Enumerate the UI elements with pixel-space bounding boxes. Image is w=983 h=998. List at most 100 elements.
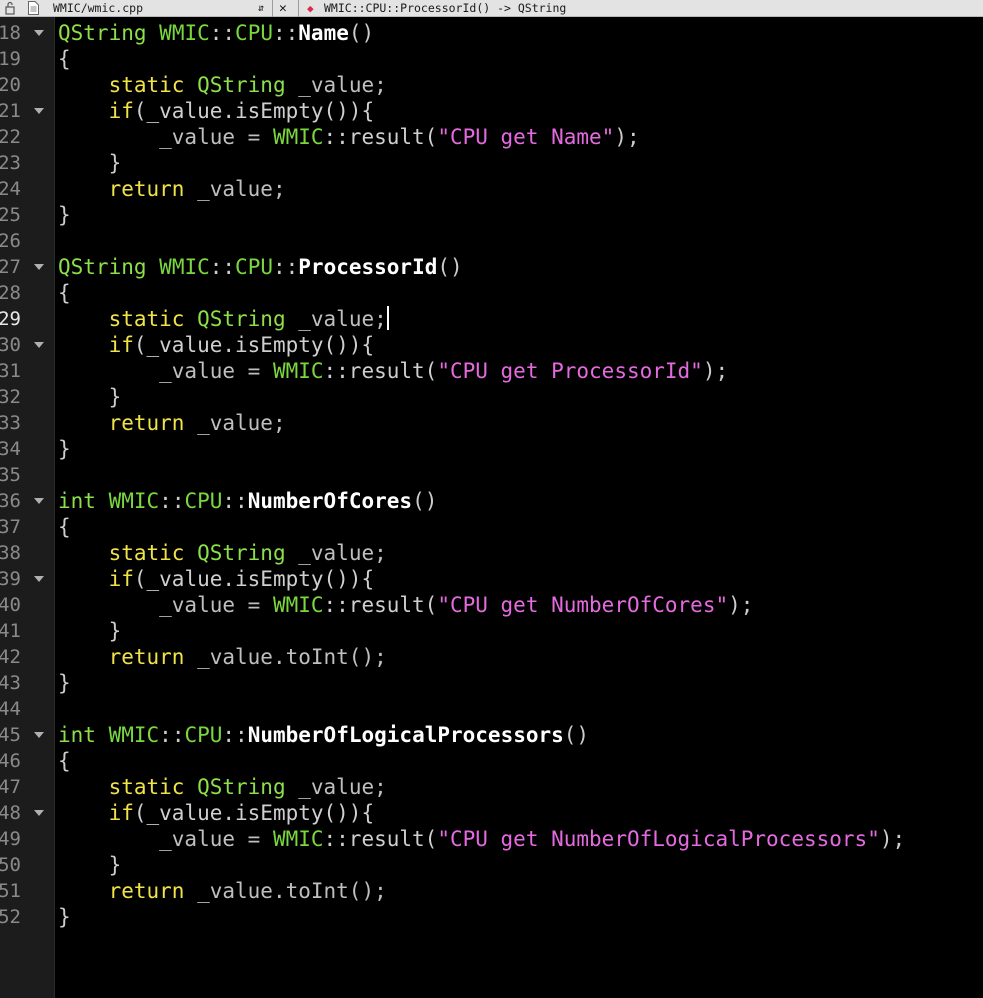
code-line[interactable]: if(_value.isEmpty()){	[58, 566, 905, 592]
code-token: ()	[563, 723, 590, 747]
line-number: 44	[0, 698, 21, 720]
fold-toggle-icon[interactable]	[34, 342, 44, 348]
code-token: int	[58, 723, 96, 747]
code-line[interactable]: }	[58, 384, 905, 410]
code-editor[interactable]: QString WMIC::CPU::Name(){ static QStrin…	[58, 20, 905, 930]
code-token: _value.toInt();	[184, 645, 387, 669]
code-line[interactable]: static QString _value;	[58, 306, 905, 332]
code-token: static	[108, 307, 185, 331]
code-line[interactable]	[58, 462, 905, 488]
fold-toggle-icon[interactable]	[34, 810, 44, 816]
code-line[interactable]: static QString _value;	[58, 774, 905, 800]
editor-toolbar: WMIC/wmic.cpp ⇵ ✕ ◆ WMIC::CPU::Processor…	[0, 0, 983, 17]
code-token: }	[58, 619, 122, 643]
line-number: 41	[0, 620, 21, 642]
code-line[interactable]: return _value.toInt();	[58, 644, 905, 670]
code-line[interactable]: {	[58, 280, 905, 306]
code-token: _value.toInt();	[184, 879, 387, 903]
code-token: WMIC	[159, 255, 210, 279]
code-token: QString	[58, 21, 147, 45]
code-token: {	[58, 281, 71, 305]
code-line[interactable]: {	[58, 748, 905, 774]
code-line[interactable]: return _value.toInt();	[58, 878, 905, 904]
code-line[interactable]: static QString _value;	[58, 72, 905, 98]
code-line[interactable]: return _value;	[58, 176, 905, 202]
code-token: WMIC	[272, 359, 324, 383]
file-selector[interactable]: WMIC/wmic.cpp	[53, 0, 143, 17]
code-line[interactable]: QString WMIC::CPU::Name()	[58, 20, 905, 46]
fold-toggle-icon[interactable]	[34, 498, 44, 504]
code-token: get	[500, 359, 539, 383]
code-line[interactable]: }	[58, 618, 905, 644]
symbol-selector[interactable]: WMIC::CPU::ProcessorId() -> QString	[324, 0, 566, 17]
code-token: WMIC	[272, 827, 324, 851]
code-token: ::result(	[323, 593, 438, 617]
code-token: NumberOfCores	[247, 489, 413, 513]
line-number: 42	[0, 646, 21, 668]
code-line[interactable]: {	[58, 514, 905, 540]
code-token: "CPU	[437, 359, 501, 383]
code-line[interactable]: return _value;	[58, 410, 905, 436]
code-token: _value;	[285, 541, 387, 565]
code-token: ()	[437, 255, 463, 279]
code-line[interactable]: _value = WMIC::result("CPU get NumberOfL…	[58, 826, 905, 852]
fold-toggle-icon[interactable]	[34, 30, 44, 36]
lock-icon[interactable]	[4, 0, 18, 17]
code-token: ProcessorId"	[538, 359, 703, 383]
code-line[interactable]: }	[58, 436, 905, 462]
code-line[interactable]: int WMIC::CPU::NumberOfCores()	[58, 488, 905, 514]
code-token: ::	[222, 489, 248, 513]
code-line[interactable]: }	[58, 852, 905, 878]
code-token: get	[500, 125, 539, 149]
line-number: 29	[0, 308, 21, 330]
fold-toggle-icon[interactable]	[34, 732, 44, 738]
code-line[interactable]: int WMIC::CPU::NumberOfLogicalProcessors…	[58, 722, 905, 748]
code-line[interactable]: if(_value.isEmpty()){	[58, 800, 905, 826]
code-token: }	[58, 437, 71, 461]
code-line[interactable]: if(_value.isEmpty()){	[58, 332, 905, 358]
code-token: _value =	[58, 827, 273, 851]
code-token: CPU	[235, 21, 273, 45]
code-line[interactable]: }	[58, 150, 905, 176]
code-line[interactable]	[58, 228, 905, 254]
close-icon[interactable]: ✕	[279, 0, 287, 17]
code-line[interactable]: QString WMIC::CPU::ProcessorId()	[58, 254, 905, 280]
code-line[interactable]	[58, 696, 905, 722]
code-line[interactable]: }	[58, 904, 905, 930]
code-token: }	[58, 203, 71, 227]
code-line[interactable]: _value = WMIC::result("CPU get Processor…	[58, 358, 905, 384]
file-sort-icon[interactable]: ⇵	[258, 0, 264, 17]
fold-toggle-icon[interactable]	[34, 108, 44, 114]
fold-toggle-icon[interactable]	[34, 576, 44, 582]
code-line[interactable]: _value = WMIC::result("CPU get Name");	[58, 124, 905, 150]
fold-toggle-icon[interactable]	[34, 264, 44, 270]
symbol-icon: ◆	[307, 2, 314, 15]
code-token: return	[108, 411, 185, 435]
code-line[interactable]: }	[58, 202, 905, 228]
code-line[interactable]: {	[58, 46, 905, 72]
code-token: ::	[159, 723, 185, 747]
code-line[interactable]: }	[58, 670, 905, 696]
line-number: 40	[0, 594, 21, 616]
code-line[interactable]: if(_value.isEmpty()){	[58, 98, 905, 124]
code-token: QString	[197, 307, 286, 331]
code-token: ::result(	[323, 827, 438, 851]
code-token: ::	[272, 255, 299, 279]
line-number: 50	[0, 854, 21, 876]
code-token: }	[58, 853, 122, 877]
line-number: 23	[0, 152, 21, 174]
code-line[interactable]: static QString _value;	[58, 540, 905, 566]
code-line[interactable]: _value = WMIC::result("CPU get NumberOfC…	[58, 592, 905, 618]
